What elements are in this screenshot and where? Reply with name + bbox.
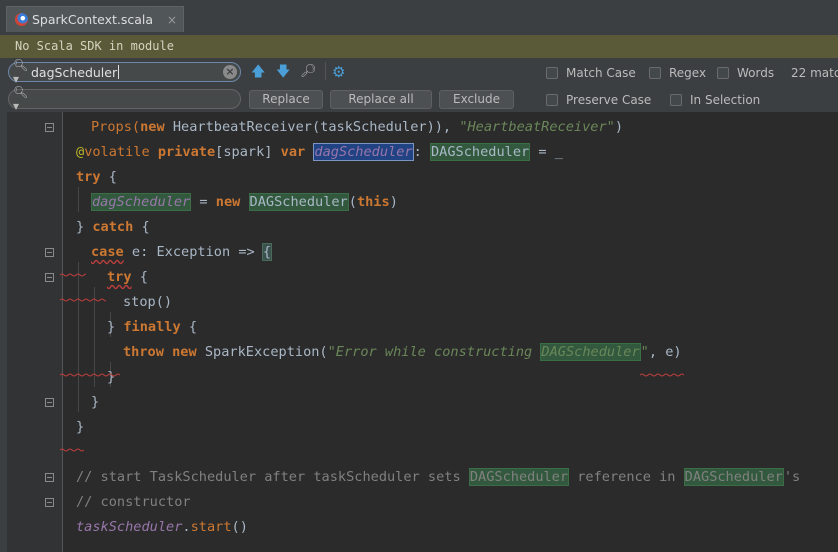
- code-line: } finally {: [107, 319, 198, 335]
- error-squiggle: [59, 362, 121, 377]
- matched-brace: {: [261, 243, 273, 261]
- words-label: Words: [737, 66, 775, 80]
- match-count: 22 matches: [791, 66, 838, 80]
- scala-file-icon: [15, 13, 28, 26]
- code-line: }: [107, 369, 116, 385]
- search-input[interactable]: 🔍︎▾ dagScheduler ×: [8, 58, 241, 86]
- code-line: dagScheduler = new DAGScheduler(this): [91, 193, 398, 211]
- no-sdk-notification: No Scala SDK in module: [0, 35, 838, 58]
- match-case-checkbox[interactable]: [546, 67, 558, 79]
- indent-guide: [78, 187, 79, 212]
- preserve-case-label: Preserve Case: [566, 93, 652, 107]
- match-case-option[interactable]: Match Case: [546, 66, 636, 80]
- code-line: try {: [107, 269, 148, 285]
- find-all-icon[interactable]: 🔎︎: [300, 64, 317, 80]
- fold-marker[interactable]: [45, 248, 54, 257]
- error-squiggle: [59, 287, 109, 302]
- find-replace-bar: 🔍︎▾ dagScheduler × 🡅 🡇 🔎︎ ⚙ Match Case R…: [0, 58, 838, 113]
- exclude-button[interactable]: Exclude: [439, 90, 514, 109]
- replace-input[interactable]: 🔍︎▾: [8, 85, 241, 113]
- selected-match: dagScheduler: [313, 143, 414, 161]
- search-history-icon[interactable]: 🔍︎▾: [9, 58, 31, 86]
- code-line: stop(): [123, 294, 173, 310]
- replace-all-button[interactable]: Replace all: [330, 90, 432, 109]
- replace-button[interactable]: Replace: [249, 90, 323, 109]
- code-line: taskScheduler.start(): [76, 519, 248, 535]
- indent-guide: [94, 287, 95, 387]
- search-match: DAGScheduler: [540, 343, 641, 361]
- code-line: @volatile private[spark] var dagSchedule…: [76, 143, 563, 161]
- fold-marker[interactable]: [45, 398, 54, 407]
- filter-settings-icon[interactable]: ⚙: [332, 64, 345, 80]
- code-line: Props(new HeartbeatReceiver(taskSchedule…: [91, 119, 623, 135]
- tool-window-strip: [0, 112, 7, 552]
- tab-title: SparkContext.scala: [32, 12, 154, 27]
- search-match: DAGScheduler: [248, 193, 349, 211]
- search-match: DAGScheduler: [468, 468, 570, 486]
- words-option[interactable]: Words: [717, 66, 774, 80]
- code-line: }: [91, 394, 100, 410]
- preserve-case-option[interactable]: Preserve Case: [546, 93, 651, 107]
- in-selection-label: In Selection: [690, 93, 761, 107]
- match-case-label: Match Case: [566, 66, 636, 80]
- tab-sparkcontext-scala[interactable]: SparkContext.scala ×: [6, 6, 184, 32]
- code-line: try {: [76, 169, 117, 185]
- search-match: DAGScheduler: [683, 468, 784, 486]
- close-icon[interactable]: ×: [167, 13, 177, 27]
- indent-guide: [78, 262, 79, 412]
- search-query: dagScheduler: [31, 64, 118, 80]
- previous-occurrence-icon[interactable]: 🡅: [251, 64, 265, 80]
- editor-tab-bar: SparkContext.scala ×: [0, 0, 838, 36]
- regex-label: Regex: [669, 66, 707, 80]
- text-caret: [118, 65, 120, 79]
- in-selection-option[interactable]: In Selection: [670, 93, 760, 107]
- fold-marker[interactable]: [45, 473, 54, 482]
- error-squiggle: [639, 362, 685, 377]
- preserve-case-checkbox[interactable]: [546, 94, 558, 106]
- code-line: // start TaskScheduler after taskSchedul…: [76, 468, 801, 486]
- code-line: throw new SparkException("Error while co…: [123, 343, 682, 361]
- regex-checkbox[interactable]: [649, 67, 661, 79]
- fold-marker[interactable]: [45, 498, 54, 507]
- in-selection-checkbox[interactable]: [670, 94, 682, 106]
- fold-marker[interactable]: [45, 123, 54, 132]
- editor-gutter: [7, 112, 63, 552]
- code-editor[interactable]: Props(new HeartbeatReceiver(taskSchedule…: [0, 112, 838, 552]
- words-checkbox[interactable]: [717, 67, 729, 79]
- toolbar-divider: [325, 62, 326, 80]
- regex-option[interactable]: Regex: [649, 66, 706, 80]
- fold-marker[interactable]: [45, 273, 54, 282]
- clear-search-icon[interactable]: ×: [223, 65, 237, 79]
- error-squiggle: [59, 262, 89, 277]
- code-line: } catch {: [76, 219, 150, 235]
- code-line: case e: Exception => {: [91, 243, 273, 261]
- next-occurrence-icon[interactable]: 🡇: [276, 64, 290, 80]
- replace-history-icon[interactable]: 🔍︎▾: [9, 85, 31, 113]
- error-squiggle: [59, 437, 85, 452]
- code-line: // constructor: [76, 494, 191, 510]
- search-match: DAGScheduler: [429, 143, 531, 161]
- search-match: dagScheduler: [91, 193, 192, 211]
